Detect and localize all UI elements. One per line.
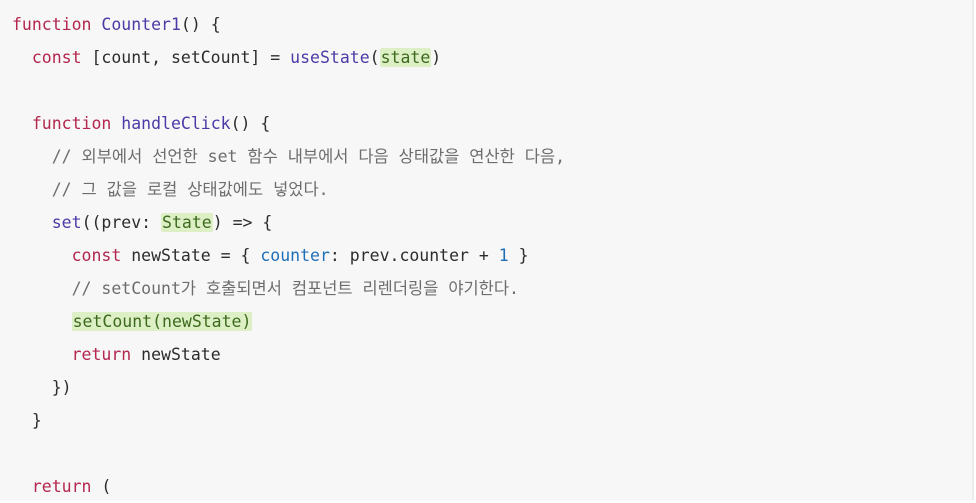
function-name-usestate: useState (290, 48, 370, 67)
code-line-12: }) (12, 371, 565, 404)
keyword-function: function (31, 114, 112, 133)
function-name-counter1: Counter1 (101, 15, 181, 34)
code-lines: function Counter1() { const [count, setC… (12, 8, 565, 503)
highlighted-token: State (161, 213, 213, 232)
code-text: : prev.counter + (329, 246, 499, 265)
code-line-1: function Counter1() { (12, 8, 565, 41)
property-counter: counter (260, 246, 330, 265)
code-line-5: // 외부에서 선언한 set 함수 내부에서 다음 상태값을 연산한 다음, (12, 140, 565, 173)
code-line-11: return newState (12, 338, 565, 371)
code-line-9: // setCount가 호출되면서 컴포넌트 리렌더링을 야기한다. (12, 272, 565, 305)
keyword-return: return (31, 477, 92, 496)
code-text: } (508, 246, 529, 265)
code-line-2: const [count, setCount] = useState(state… (12, 41, 565, 74)
code-line-8: const newState = { counter: prev.counter… (12, 239, 565, 272)
code-text: ((prev: (81, 213, 162, 232)
keyword-function: function (12, 15, 92, 34)
code-comment: // 그 값을 로컬 상태값에도 넣었다. (51, 180, 329, 199)
code-text: } (31, 411, 42, 430)
function-name-handleclick: handleClick (121, 114, 231, 133)
code-text: }) (51, 378, 72, 397)
number-literal: 1 (498, 246, 509, 265)
code-line-10: setCount(newState) (12, 305, 565, 338)
function-name-set: set (51, 213, 82, 232)
code-text: newState (131, 345, 221, 364)
code-line-6: // 그 값을 로컬 상태값에도 넣었다. (12, 173, 565, 206)
code-line-7: set((prev: State) => { (12, 206, 565, 239)
code-comment: // 외부에서 선언한 set 함수 내부에서 다음 상태값을 연산한 다음, (51, 147, 566, 166)
code-text: ( (369, 48, 380, 67)
code-text: ) => { (212, 213, 273, 232)
code-text: ( (91, 477, 112, 496)
highlighted-token: setCount(newState) (71, 312, 253, 331)
code-block: function Counter1() { const [count, setC… (0, 0, 974, 500)
code-line-15: return ( (12, 470, 565, 503)
keyword-const: const (31, 48, 82, 67)
keyword-return: return (71, 345, 132, 364)
code-line-14-empty (12, 437, 565, 470)
code-line-4: function handleClick() { (12, 107, 565, 140)
code-text: [count, setCount] = (81, 48, 291, 67)
keyword-const: const (71, 246, 122, 265)
code-text: () { (230, 114, 271, 133)
code-text: () { (180, 15, 221, 34)
code-text: newState = { (121, 246, 261, 265)
highlighted-token: state (379, 48, 432, 67)
code-comment: // setCount가 호출되면서 컴포넌트 리렌더링을 야기한다. (71, 279, 519, 298)
code-text: ) (431, 48, 442, 67)
code-line-3-empty (12, 74, 565, 107)
code-line-13: } (12, 404, 565, 437)
